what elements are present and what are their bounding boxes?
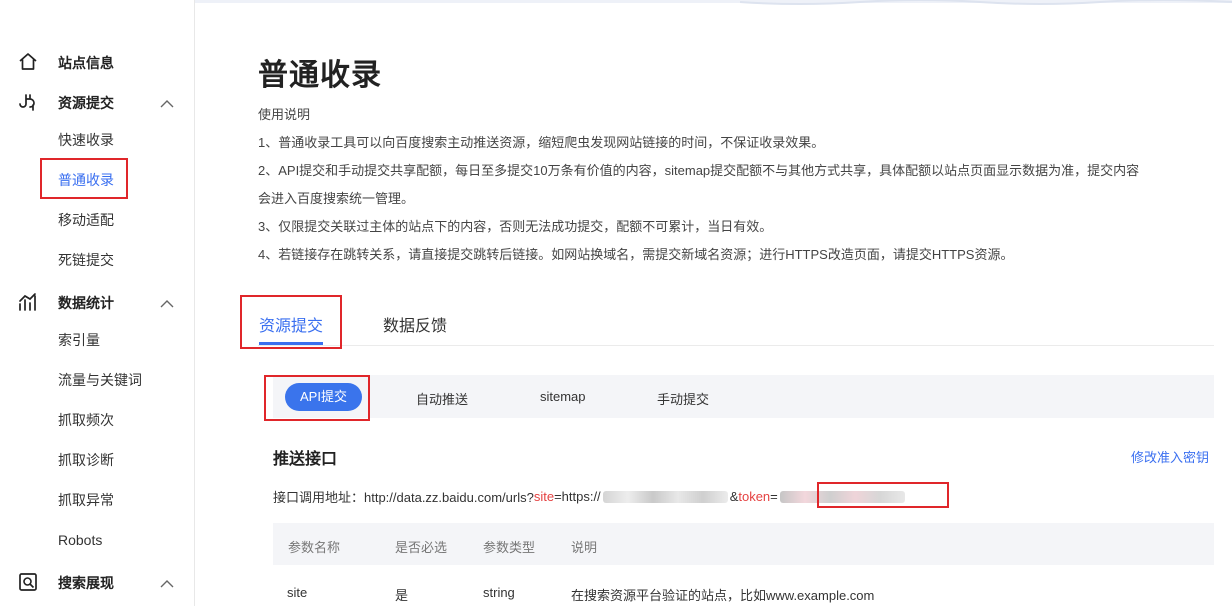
sidebar-group-site-info[interactable]: 站点信息 — [0, 50, 195, 74]
param-site-key: site — [533, 489, 555, 504]
sidebar-group-label: 搜索展现 — [58, 575, 114, 591]
page-title: 普通收录 — [258, 59, 382, 92]
api-url-prefix: 接口调用地址：http://data.zz.baidu.com/urls? — [273, 490, 534, 505]
sidebar-item-index-volume[interactable]: 索引量 — [58, 331, 100, 349]
sidebar-item-robots[interactable]: Robots — [58, 531, 102, 549]
table-cell-param-name: site — [287, 585, 308, 600]
tab-data-feedback[interactable]: 数据反馈 — [383, 312, 447, 336]
table-header-required: 是否必选 — [395, 540, 448, 555]
subtab-sitemap[interactable]: sitemap — [540, 389, 586, 404]
sidebar-item-mobile-adapt[interactable]: 移动适配 — [58, 211, 114, 229]
table-cell-param-type: string — [483, 585, 515, 600]
table-header-param-type: 参数类型 — [483, 540, 536, 555]
sidebar-group-label: 资源提交 — [58, 95, 114, 111]
home-icon — [18, 52, 38, 72]
table-cell-description: 在搜索资源平台验证的站点，比如www.example.com — [571, 588, 875, 603]
api-url-line[interactable]: 接口调用地址：http://data.zz.baidu.com/urls? sit… — [273, 487, 905, 506]
sidebar-group-label: 站点信息 — [58, 55, 114, 71]
api-url-amp: & — [729, 489, 739, 504]
search-display-icon — [18, 572, 38, 592]
modify-access-key-link[interactable]: 修改准入密钥 — [1131, 447, 1209, 466]
top-decoration — [740, 0, 1232, 6]
table-header-description: 说明 — [571, 540, 598, 555]
sidebar-group-resource-submit[interactable]: 资源提交 — [0, 90, 195, 114]
instruction-2: 2、API提交和手动提交共享配额，每日至多提交10万条有价值的内容，sitema… — [258, 163, 1140, 178]
sidebar-group-label: 数据统计 — [58, 295, 114, 311]
submit-resource-icon — [18, 92, 38, 112]
subtab-manual-submit[interactable]: 手动提交 — [657, 389, 709, 408]
sidebar-item-traffic-keywords[interactable]: 流量与关键词 — [58, 371, 142, 389]
highlight-box-token — [817, 482, 949, 508]
sidebar-item-dead-link[interactable]: 死链提交 — [58, 251, 114, 269]
instruction-4: 4、若链接存在跳转关系，请直接提交跳转后链接。如网站换域名，需提交新域名资源；进… — [258, 247, 1014, 262]
subtab-bar — [273, 375, 1214, 418]
sidebar-group-data-stats[interactable]: 数据统计 — [0, 290, 195, 314]
api-url-eq1: =https:// — [554, 489, 601, 504]
highlight-box-subtab — [264, 375, 370, 421]
sidebar-item-crawl-diagnosis[interactable]: 抓取诊断 — [58, 451, 114, 469]
api-url-eq2: = — [770, 489, 778, 504]
instruction-3: 3、仅限提交关联过主体的站点下的内容，否则无法成功提交，配额不可累计，当日有效。 — [258, 219, 773, 234]
chevron-up-icon[interactable] — [160, 296, 174, 308]
sidebar: 站点信息 资源提交 快速收录 普通收录 移动适配 死链提交 数据统计 索引量 流… — [0, 0, 195, 606]
subtab-auto-push[interactable]: 自动推送 — [416, 389, 468, 408]
stats-icon — [18, 292, 38, 312]
table-cell-required: 是 — [395, 588, 409, 603]
sidebar-item-crawl-frequency[interactable]: 抓取频次 — [58, 411, 114, 429]
instructions-heading: 使用说明 — [258, 107, 311, 122]
sidebar-item-fast-index[interactable]: 快速收录 — [58, 131, 114, 149]
highlight-box-tab — [240, 295, 342, 349]
tabs-divider — [258, 345, 1214, 346]
chevron-up-icon[interactable] — [160, 576, 174, 588]
sidebar-group-search-display[interactable]: 搜索展现 — [0, 570, 195, 594]
highlight-box-sidebar — [40, 158, 128, 199]
push-interface-title: 推送接口 — [273, 451, 338, 468]
instruction-2-cont: 会进入百度搜索统一管理。 — [258, 191, 415, 206]
param-token-key: token — [738, 489, 771, 504]
instruction-1: 1、普通收录工具可以向百度搜索主动推送资源，缩短爬虫发现网站链接的时间，不保证收… — [258, 135, 825, 150]
sidebar-item-crawl-errors[interactable]: 抓取异常 — [58, 491, 114, 509]
table-header-param-name: 参数名称 — [288, 540, 341, 555]
redacted-site-value — [602, 490, 728, 503]
chevron-up-icon[interactable] — [160, 96, 174, 108]
